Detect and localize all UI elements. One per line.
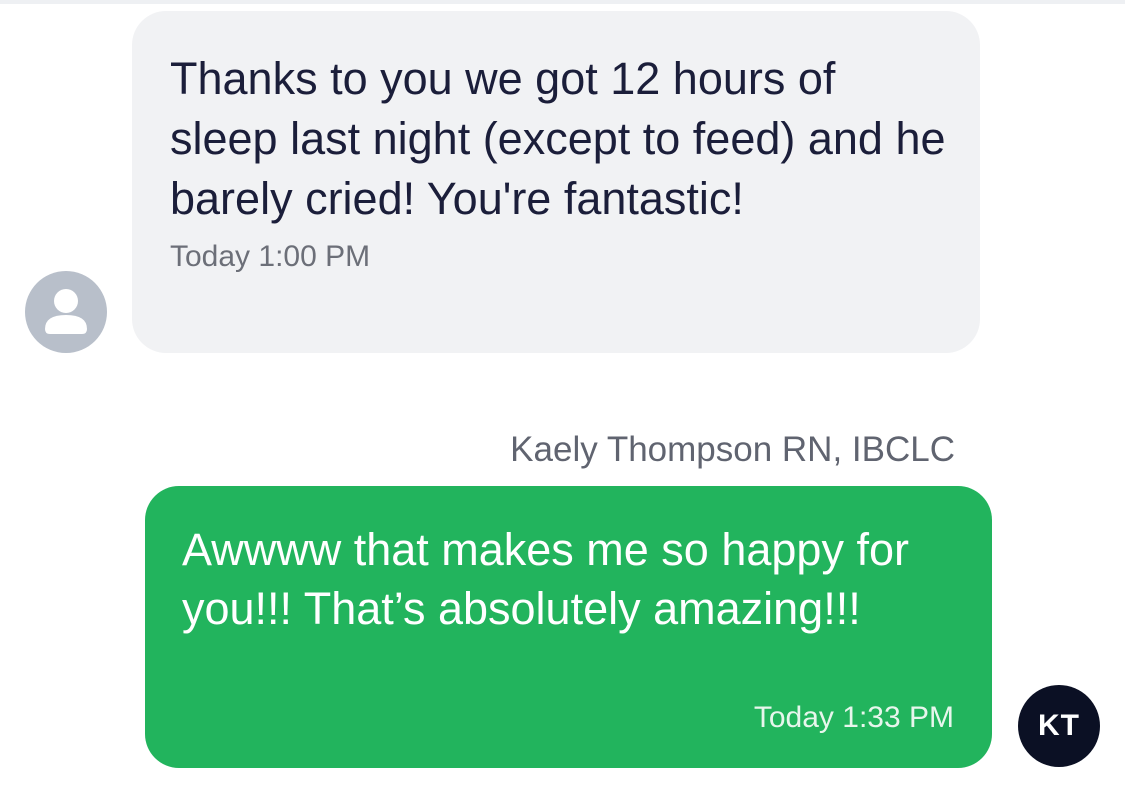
incoming-message-text: Thanks to you we got 12 hours of sleep l… bbox=[170, 53, 946, 224]
incoming-message-timestamp: Today 1:00 PM bbox=[170, 240, 371, 273]
person-icon bbox=[25, 271, 107, 353]
sender-name: Kaely Thompson RN, IBCLC bbox=[510, 430, 955, 469]
outgoing-message-bubble[interactable]: Awwww that makes me so happy for you!!! … bbox=[145, 486, 992, 768]
top-divider bbox=[0, 0, 1125, 4]
incoming-message-bubble[interactable]: Thanks to you we got 12 hours of sleep l… bbox=[132, 11, 980, 353]
outgoing-message-text: Awwww that makes me so happy for you!!! … bbox=[182, 524, 909, 634]
outgoing-message-timestamp: Today 1:33 PM bbox=[753, 701, 954, 734]
sender-avatar: KT bbox=[1018, 685, 1100, 767]
